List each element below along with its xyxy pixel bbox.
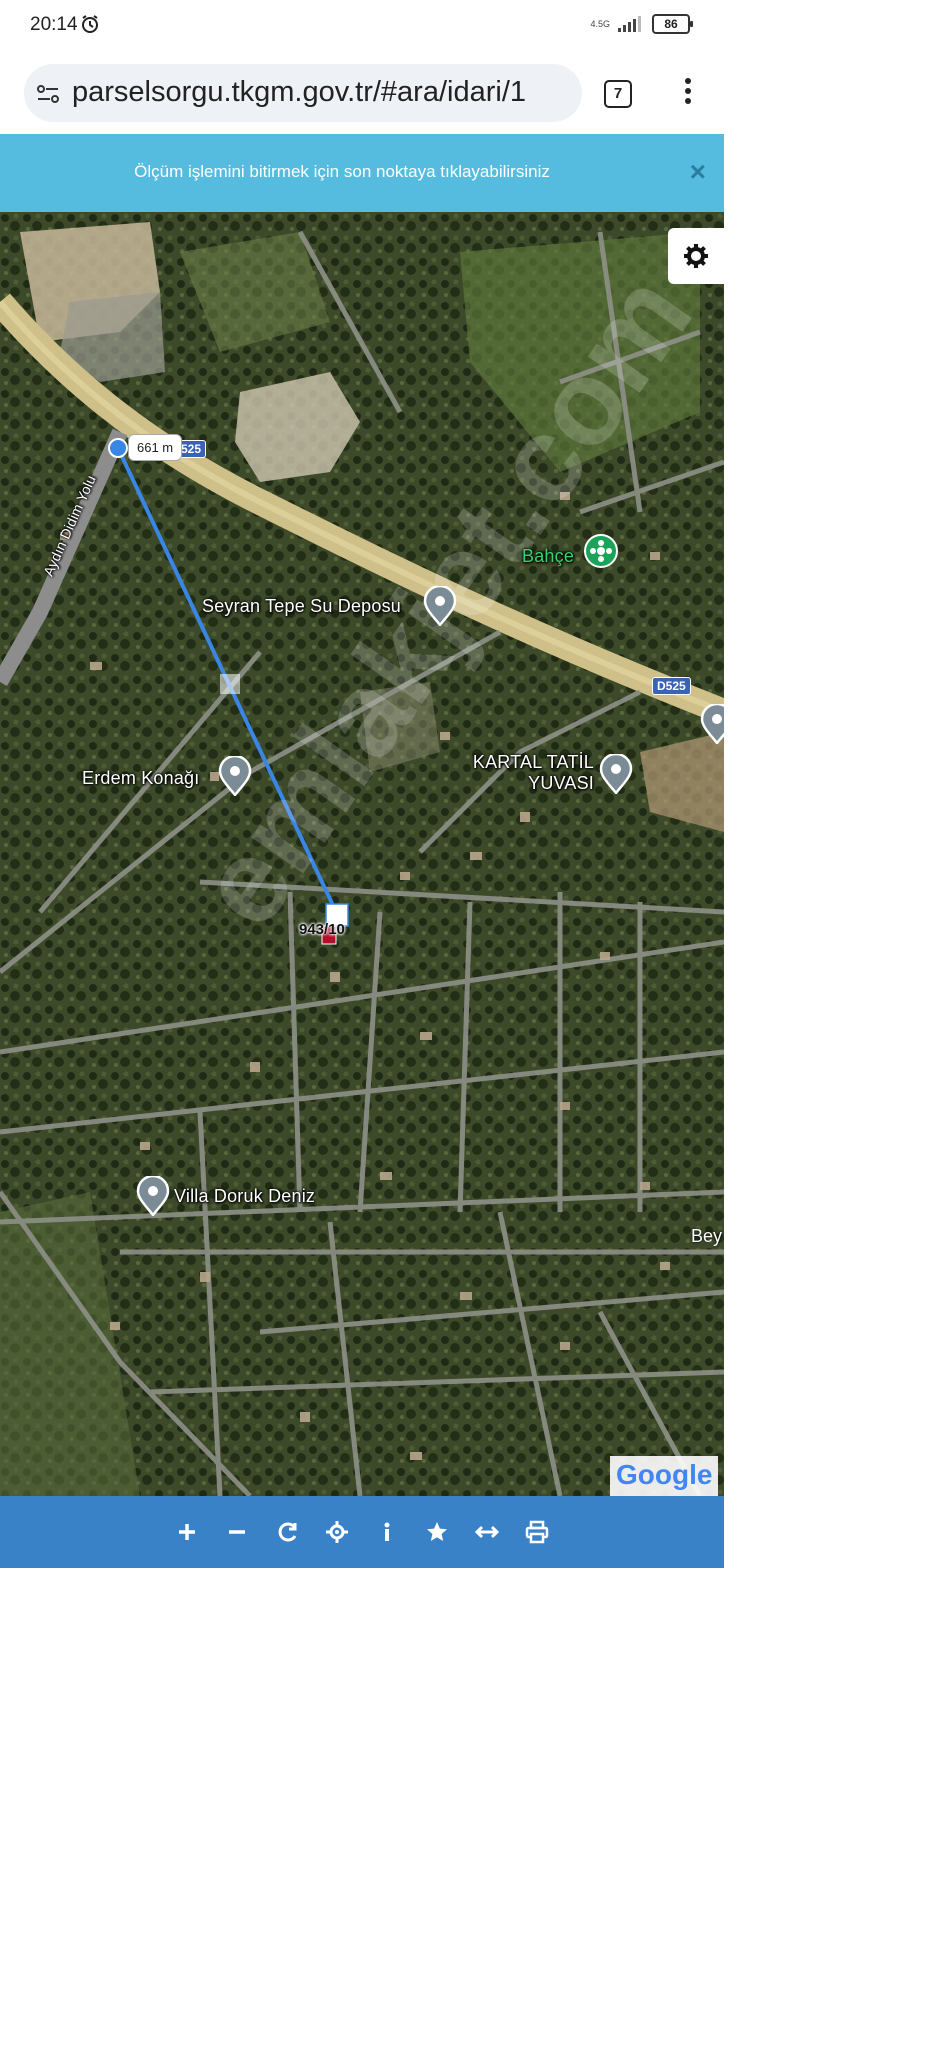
url-text[interactable]: parselsorgu.tkgm.gov.tr/#ara/idari/1 <box>72 76 526 109</box>
location-pin-icon[interactable] <box>423 586 457 626</box>
network-indicator: 4.5G <box>590 18 610 29</box>
tab-switcher-button[interactable]: 7 <box>604 80 632 108</box>
favorite-button[interactable] <box>425 1520 449 1544</box>
parcel-number-label[interactable]: 943/10 <box>299 921 345 938</box>
minus-icon <box>229 1530 245 1534</box>
location-pin-icon[interactable] <box>599 754 633 794</box>
poi-label-villa-doruk[interactable]: Villa Doruk Deniz <box>174 1186 315 1207</box>
svg-text:Google: Google <box>616 1459 712 1490</box>
browser-menu-button[interactable] <box>682 78 694 108</box>
banner-close-button[interactable]: × <box>690 156 706 188</box>
crosshair-icon <box>326 1521 348 1543</box>
google-attribution: Google <box>610 1456 718 1496</box>
measure-button[interactable] <box>474 1520 500 1544</box>
battery-indicator: 86 <box>652 14 693 34</box>
road-shield-d525: D525 <box>652 677 691 695</box>
info-icon <box>384 1522 390 1541</box>
flower-pin-icon[interactable] <box>584 534 618 574</box>
poi-label-seyran-tepe[interactable]: Seyran Tepe Su Deposu <box>202 596 401 617</box>
satellite-map[interactable]: emlakjet.com 525 D525 Aydın Didim Yolu 6… <box>0 212 724 1496</box>
info-button[interactable] <box>375 1520 399 1544</box>
status-bar: 20:14 4.5G 86 <box>0 0 724 50</box>
alarm-icon <box>82 15 98 33</box>
info-banner: Ölçüm işlemini bitirmek için son noktaya… <box>0 134 724 212</box>
poi-label-bahce[interactable]: Bahçe <box>522 546 574 567</box>
measurement-distance-label: 661 m <box>128 434 183 461</box>
location-pin-icon[interactable] <box>700 704 724 744</box>
banner-message: Ölçüm işlemini bitirmek için son noktaya… <box>134 162 550 181</box>
poi-label-erdem-konagi[interactable]: Erdem Konağı <box>82 768 199 789</box>
gear-icon <box>684 244 708 268</box>
refresh-button[interactable] <box>275 1520 299 1544</box>
print-button[interactable] <box>525 1520 549 1544</box>
map-settings-button[interactable] <box>668 228 724 284</box>
status-time: 20:14 <box>30 14 78 35</box>
printer-icon <box>525 1520 549 1544</box>
measure-arrows-icon <box>474 1525 500 1539</box>
map-toolbar <box>0 1496 724 1568</box>
signal-icon <box>618 16 641 32</box>
map-edge-label: Bey <box>690 1226 722 1246</box>
zoom-out-button[interactable] <box>225 1520 249 1544</box>
browser-url-row: parselsorgu.tkgm.gov.tr/#ara/idari/1 7 <box>0 56 724 132</box>
site-settings-icon[interactable] <box>36 84 60 104</box>
poi-label-kartal-tatil[interactable]: KARTAL TATİL YUVASI <box>462 752 594 794</box>
google-logo: Google <box>616 1459 712 1490</box>
star-icon <box>427 1522 447 1541</box>
refresh-icon <box>278 1522 297 1542</box>
url-bar[interactable]: parselsorgu.tkgm.gov.tr/#ara/idari/1 <box>24 64 582 122</box>
location-pin-icon[interactable] <box>136 1176 170 1216</box>
locate-button[interactable] <box>325 1520 349 1544</box>
zoom-in-button[interactable] <box>175 1520 199 1544</box>
plus-icon <box>179 1524 195 1540</box>
location-pin-icon[interactable] <box>218 756 252 796</box>
